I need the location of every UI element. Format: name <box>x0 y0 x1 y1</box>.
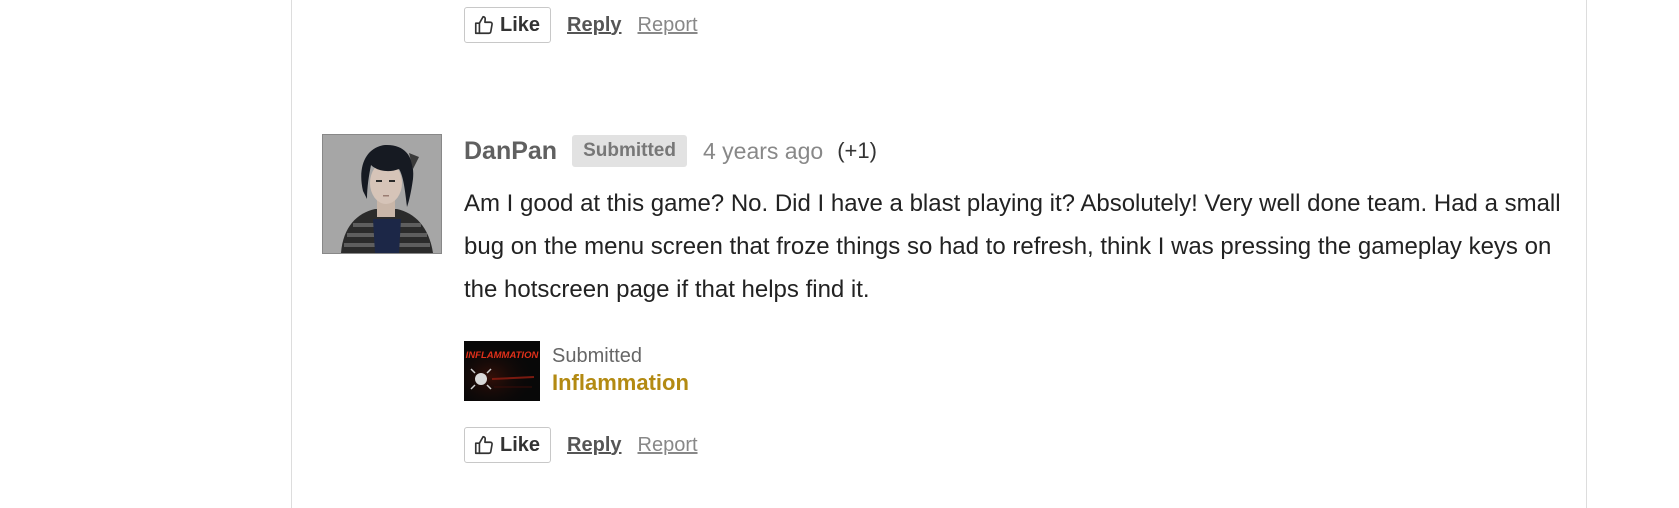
submitted-label: Submitted <box>552 345 643 367</box>
comment-text: Am I good at this game? No. Did I have a… <box>464 190 1561 303</box>
prev-comment-actions: Like Reply Report <box>464 7 698 43</box>
game-title-link[interactable]: Inflammation <box>552 369 689 397</box>
like-button[interactable]: Like <box>464 427 552 463</box>
game-thumbnail[interactable]: INFLAMMATION <box>464 341 540 401</box>
like-button[interactable]: Like <box>464 7 552 43</box>
reply-link[interactable]: Reply <box>567 14 621 37</box>
comment-timestamp[interactable]: 4 years ago <box>703 138 823 165</box>
comment-score: (+1) <box>837 138 877 163</box>
comment-body: Am I good at this game? No. Did I have a… <box>464 182 1574 311</box>
thumbs-up-icon <box>474 15 493 35</box>
comment-actions: Like Reply Report <box>464 427 698 463</box>
submission-text: Submitted Inflammation <box>552 343 689 397</box>
report-link[interactable]: Report <box>638 14 698 37</box>
avatar[interactable] <box>322 134 442 254</box>
thumbs-up-icon <box>474 435 493 455</box>
like-label: Like <box>500 433 541 456</box>
comment-author[interactable]: DanPan <box>464 137 557 166</box>
submission-reference: INFLAMMATION Submitted Inflammation <box>464 341 689 401</box>
report-link[interactable]: Report <box>638 434 698 457</box>
reply-link[interactable]: Reply <box>567 434 621 457</box>
avatar-image <box>323 135 441 253</box>
thumbnail-title: INFLAMMATION <box>466 350 540 361</box>
submitted-badge: Submitted <box>572 135 687 167</box>
like-label: Like <box>500 13 541 36</box>
comment-header: DanPan Submitted 4 years ago (+1) <box>464 133 877 169</box>
